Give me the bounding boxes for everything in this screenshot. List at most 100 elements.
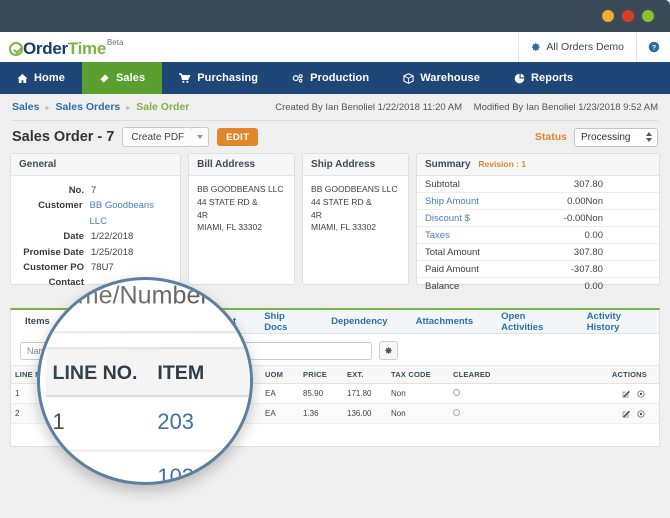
col-tax-code[interactable]: TAX CODE xyxy=(387,365,449,384)
magnifier-lens: Name/Number LINE NO. ITEM DESCRIPT 1 xyxy=(37,277,253,485)
col-price[interactable]: PRICE xyxy=(299,365,343,384)
breadcrumb-current: Sale Order xyxy=(136,101,190,113)
summary-value-discount: -0.00Non xyxy=(563,212,603,224)
remove-icon[interactable] xyxy=(637,409,645,418)
breadcrumb-separator-1: ▸ xyxy=(45,102,50,112)
summary-key-taxes[interactable]: Taxes xyxy=(425,230,450,241)
field-label-no: No. xyxy=(68,185,84,196)
window-controls xyxy=(602,10,654,22)
ship-address-line-2: 44 STATE RD & xyxy=(311,196,372,207)
status-label: Status xyxy=(534,131,567,143)
nav-item-reports[interactable]: Reports xyxy=(497,62,590,94)
general-panel-heading: General xyxy=(11,154,181,176)
account-menu[interactable]: All Orders Demo xyxy=(518,32,636,62)
bill-address-line-4: MIAMI, FL 33302 xyxy=(197,222,262,233)
field-value-customer[interactable]: BB Goodbeans LLC xyxy=(90,198,173,229)
status-select[interactable]: Processing xyxy=(574,127,658,147)
cell-tax-code: Non xyxy=(387,403,449,424)
col-uom[interactable]: UOM xyxy=(261,365,299,384)
magnified-table-row: 2 103 Liner B xyxy=(45,450,250,482)
field-customer: Customer BB Goodbeans LLC xyxy=(19,198,172,229)
nav-item-sales[interactable]: Sales xyxy=(81,62,163,94)
magnifier-inner: Name/Number LINE NO. ITEM DESCRIPT 1 xyxy=(40,280,250,482)
spinner-arrows-icon xyxy=(646,131,652,142)
magnified-table: LINE NO. ITEM DESCRIPT 1 203 D5RL-GR 2 xyxy=(45,346,250,482)
brand-bar: Order Time Beta All Orders Demo ? xyxy=(0,32,670,62)
grid-settings-button[interactable] xyxy=(379,341,398,360)
remove-icon[interactable] xyxy=(637,389,645,398)
create-pdf-button[interactable]: Create PDF xyxy=(122,127,194,147)
edit-icon[interactable] xyxy=(622,410,630,418)
summary-row-subtotal: Subtotal 307.80 xyxy=(417,176,659,193)
summary-value-ship-amount: 0.00Non xyxy=(567,195,603,207)
cell-uom: EA xyxy=(261,403,299,424)
edit-button[interactable]: EDIT xyxy=(217,128,259,146)
gear-icon xyxy=(532,43,541,51)
summary-key-discount[interactable]: Discount $ xyxy=(425,213,470,224)
summary-value-balance: 0.00 xyxy=(584,280,603,292)
create-pdf-dropdown-button[interactable] xyxy=(192,127,210,147)
breadcrumb-sales-orders[interactable]: Sales Orders xyxy=(55,101,120,113)
document-title-row: Sales Order - 7 Create PDF EDIT Status P… xyxy=(0,121,670,153)
cell-price: 85.90 xyxy=(299,383,343,404)
help-button[interactable]: ? xyxy=(636,32,670,62)
window-close-dot[interactable] xyxy=(622,10,634,22)
nav-item-production[interactable]: Production xyxy=(275,62,386,94)
summary-value-taxes: 0.00 xyxy=(584,229,603,241)
col-cleared[interactable]: CLEARED xyxy=(449,365,527,384)
bill-address-panel: Bill Address BB GOODBEANS LLC 44 STATE R… xyxy=(188,153,296,285)
cell-actions xyxy=(527,403,659,424)
cleared-radio[interactable] xyxy=(453,389,460,396)
cell-uom: EA xyxy=(261,383,299,404)
summary-key-ship-amount[interactable]: Ship Amount xyxy=(425,196,479,207)
window-maximize-dot[interactable] xyxy=(642,10,654,22)
audit-created: Created By Ian Benoliel 1/22/2018 11:20 … xyxy=(275,101,463,113)
magnified-header-row: LINE NO. ITEM DESCRIPT xyxy=(45,346,250,398)
tab-activity-history[interactable]: Activity History xyxy=(573,310,659,334)
bill-address-line-2: 44 STATE RD & xyxy=(197,196,258,207)
tab-dependency[interactable]: Dependency xyxy=(317,310,402,334)
window-minimize-dot[interactable] xyxy=(602,10,614,22)
tab-open-activities[interactable]: Open Activities xyxy=(487,310,573,334)
breadcrumb-separator-2: ▸ xyxy=(126,102,131,112)
nav-item-purchasing[interactable]: Purchasing xyxy=(162,62,275,94)
nav-label-home: Home xyxy=(34,72,65,84)
nav-label-production: Production xyxy=(310,72,370,84)
help-circle-icon: ? xyxy=(648,41,659,53)
cell-tax-code: Non xyxy=(387,383,449,404)
ordertime-logo[interactable]: Order Time Beta xyxy=(9,38,123,58)
tab-attachments[interactable]: Attachments xyxy=(402,310,488,334)
ship-address-panel: Ship Address BB GOODBEANS LLC 44 STATE R… xyxy=(302,153,409,285)
ship-address-line-4: MIAMI, FL 33302 xyxy=(311,222,376,233)
summary-row-discount: Discount $ -0.00Non xyxy=(417,210,659,227)
tag-icon xyxy=(100,73,109,83)
summary-value-paid-amount: -307.80 xyxy=(570,263,603,275)
col-ext[interactable]: EXT. xyxy=(343,365,387,384)
breadcrumb-sales[interactable]: Sales xyxy=(12,101,39,113)
summary-row-taxes: Taxes 0.00 xyxy=(417,227,659,244)
field-label-promise-date: Promise Date xyxy=(23,246,84,258)
audit-meta: Created By Ian Benoliel 1/22/2018 11:20 … xyxy=(266,102,658,113)
ship-address-line-3: 4R xyxy=(311,209,322,220)
magnified-search-input[interactable] xyxy=(45,310,250,334)
summary-key-subtotal: Subtotal xyxy=(425,178,460,190)
field-no: No. 7 xyxy=(19,183,172,198)
edit-icon[interactable] xyxy=(622,390,630,398)
cleared-radio[interactable] xyxy=(453,409,460,416)
bill-address-heading: Bill Address xyxy=(189,154,295,176)
summary-panel-heading: Summary Revision : 1 xyxy=(417,154,659,176)
breadcrumb-band: Sales ▸ Sales Orders ▸ Sale Order Create… xyxy=(0,94,670,120)
summary-key-paid-amount: Paid Amount xyxy=(425,263,479,275)
tab-ship-docs[interactable]: Ship Docs xyxy=(250,310,317,334)
home-icon xyxy=(17,73,28,83)
field-value-no: 7 xyxy=(91,185,97,196)
window-titlebar xyxy=(0,0,670,32)
magnified-search-label: Name/Number xyxy=(45,283,209,311)
summary-panels: General No. 7 Customer BB Goodbeans LLC … xyxy=(0,153,670,292)
nav-item-warehouse[interactable]: Warehouse xyxy=(386,62,497,94)
magnified-cell-item: 103 xyxy=(150,450,250,482)
nav-item-home[interactable]: Home xyxy=(0,62,82,94)
field-value-promise-date: 1/25/2018 xyxy=(91,246,134,258)
logo-text-order: Order xyxy=(23,38,68,58)
nav-label-purchasing: Purchasing xyxy=(197,72,259,84)
